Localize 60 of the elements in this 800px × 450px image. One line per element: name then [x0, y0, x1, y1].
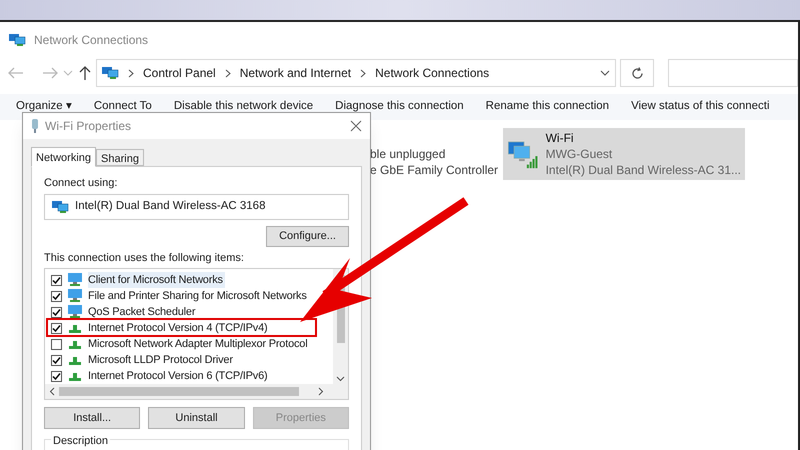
tab[interactable]: Sharing	[96, 149, 144, 166]
list-item[interactable]: File and Printer Sharing for Microsoft Networks	[88, 288, 309, 304]
up-icon[interactable]	[78, 65, 92, 81]
chevron-icon	[128, 68, 134, 78]
list-item[interactable]: Microsoft LLDP Protocol Driver	[88, 352, 235, 368]
network-icon	[8, 32, 26, 48]
list-item[interactable]: Internet Protocol Version 6 (TCP/IPv6)	[88, 368, 270, 384]
list-label: This connection uses the following items:	[44, 252, 245, 265]
chevron-icon	[360, 68, 366, 78]
network-icon	[66, 289, 84, 303]
network-icon	[66, 305, 84, 319]
checkbox[interactable]	[51, 322, 62, 334]
breadcrumb-item[interactable]: Network Connections	[375, 64, 490, 82]
refresh-icon	[630, 66, 644, 80]
checkbox[interactable]	[51, 354, 62, 366]
toolbar-command[interactable]: Organize ▾	[16, 98, 72, 116]
group-label: Description	[51, 433, 110, 450]
checkbox[interactable]	[51, 290, 62, 302]
list-item[interactable]: Internet Protocol Version 4 (TCP/IPv4)	[88, 320, 270, 336]
checkbox[interactable]	[51, 370, 62, 382]
toolbar-command[interactable]: Diagnose this connection	[335, 98, 464, 116]
toolbar-command[interactable]: Rename this connection	[486, 98, 610, 116]
refresh-button[interactable]	[620, 59, 654, 87]
network-icon	[51, 199, 69, 215]
connection-name: Wi-Fi	[546, 130, 575, 146]
adapter-detail: ble unplugged	[370, 146, 446, 162]
configure-button[interactable]: Configure...	[266, 226, 349, 247]
breadcrumb-item[interactable]: Network and Internet	[240, 64, 352, 82]
chevron-icon	[224, 68, 231, 78]
list-item[interactable]: Client for Microsoft Networks	[88, 272, 225, 288]
connection-tile[interactable]: Wi-Fi MWG-Guest Intel(R) Dual Band Wireless-AC 31...	[503, 128, 745, 180]
scroll-left-icon[interactable]	[49, 387, 55, 396]
close-icon[interactable]	[350, 120, 362, 132]
device-name: Intel(R) Dual Band Wireless-AC 31...	[546, 162, 741, 178]
action-button[interactable]: Install...	[44, 407, 140, 429]
list-item[interactable]: Microsoft Network Adapter Multiplexor Protocol	[88, 336, 310, 352]
tab[interactable]: Networking	[31, 147, 96, 167]
toolbar-command[interactable]: Connect To	[94, 98, 152, 116]
network-icon	[101, 65, 119, 81]
list-item[interactable]: QoS Packet Scheduler	[88, 304, 198, 320]
scroll-down-icon[interactable]	[336, 376, 345, 382]
toolbar-command[interactable]: View status of this connecti	[631, 98, 770, 116]
adapter-name: Intel(R) Dual Band Wireless-AC 3168	[75, 199, 266, 214]
dropdown-icon[interactable]	[599, 69, 611, 77]
dialog-title: Wi-Fi Properties	[45, 118, 132, 135]
checkbox[interactable]	[51, 338, 62, 350]
action-button[interactable]: Uninstall	[148, 407, 245, 429]
wifi-adapter-icon	[31, 118, 39, 134]
field-label: Connect using:	[44, 177, 118, 190]
network-icon	[66, 273, 84, 287]
address-bar[interactable]: Control Panel Network and Internet Network Connections	[96, 59, 616, 87]
toolbar-command[interactable]: Disable this network device	[174, 98, 314, 116]
scroll-right-icon[interactable]	[318, 387, 324, 396]
horizontal-scrollbar[interactable]	[45, 384, 348, 399]
breadcrumb-item[interactable]: Control Panel	[143, 64, 216, 82]
window-title: Network Connections	[34, 32, 148, 49]
checkbox[interactable]	[51, 306, 62, 318]
search-field[interactable]	[668, 59, 798, 87]
checkbox[interactable]	[51, 274, 62, 286]
network-name: MWG-Guest	[546, 146, 614, 162]
